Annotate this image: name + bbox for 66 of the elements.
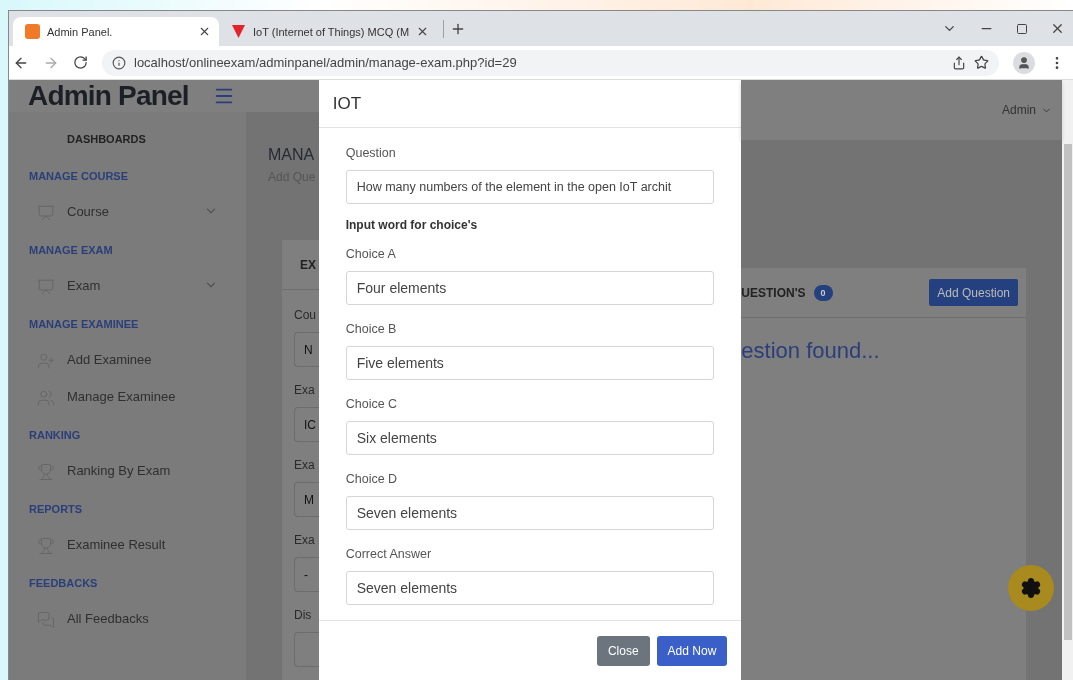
profile-icon[interactable] [1013,51,1035,74]
tab-title: IoT (Internet of Things) MCQ (M [253,25,410,38]
input-field[interactable]: N [294,332,319,367]
section-title: FEEDBACKS [29,576,99,591]
url-text: localhost/onlineexam/adminpanel/admin/manage-exam.php?id=29 [134,55,518,70]
input-field[interactable]: M [294,482,319,517]
field-label: Cou [294,308,316,324]
modal-title: IOT [332,93,362,114]
gear-icon [1020,577,1043,599]
user-menu[interactable]: Admin [996,102,1058,118]
sidebar-item[interactable]: Examinee Result [29,537,246,574]
browser-tab[interactable]: Admin Panel. [13,17,219,46]
sidebar-heading: DASHBOARDS [67,132,147,147]
section-title: MANAGE COURSE [29,169,129,184]
input-field[interactable]: Six elements [345,421,715,455]
star-icon[interactable] [974,55,989,70]
input-field[interactable]: IC [294,407,319,442]
page-title: MANA [268,146,315,164]
section-title: MANAGE EXAMINEE [29,317,140,332]
section-title: RANKING [29,428,82,443]
input-field[interactable]: Seven elements [345,496,715,530]
empty-message: estion found... [741,338,881,364]
input-field[interactable]: - [294,557,319,592]
add-question-button[interactable]: Add Question [929,279,1018,306]
submit-button[interactable]: Add Now [656,636,728,666]
section-label: Input word for choice's [345,218,479,234]
card-tab[interactable]: EX [300,257,316,272]
field-label: Exa [294,458,315,474]
input-field[interactable]: Four elements [345,271,715,305]
tab-title: Admin Panel. [47,25,114,38]
section-title: REPORTS [29,502,84,517]
sidebar-item[interactable]: Exam [29,278,246,315]
input-field[interactable]: Five elements [345,346,715,380]
sidebar-item[interactable]: All Feedbacks [29,611,246,648]
sidebar-item[interactable]: Ranking By Exam [29,463,246,500]
field-label: Dis [294,608,312,624]
logo-text: Admin Panel [28,80,189,112]
address-bar[interactable]: localhost/onlineexam/adminpanel/admin/manage-exam.php?id=29 [102,49,999,76]
sidebar-item[interactable]: Add Examinee [29,352,246,389]
field-label: Choice D [345,471,399,488]
field-label: Correct Answer [345,546,433,563]
scrollbar[interactable] [1062,80,1073,680]
close-icon[interactable] [1050,21,1065,36]
close-button[interactable]: Close [596,636,650,666]
maximize-icon[interactable] [1016,22,1028,35]
count-badge: 0 [813,284,833,301]
triangle-favicon-icon [231,24,246,39]
field-label: Choice A [345,246,397,263]
close-tab-icon[interactable] [198,25,211,38]
field-label: Question [345,145,397,162]
input-field[interactable]: How many numbers of the element in the open IoT archit [345,170,715,204]
browser-tab[interactable]: IoT (Internet of Things) MCQ (M [219,17,438,46]
share-icon[interactable] [952,55,966,70]
input-field[interactable] [294,632,319,667]
field-label: Exa [294,383,315,399]
field-label: Choice C [345,396,399,413]
section-title: MANAGE EXAM [29,243,114,258]
field-label: Exa [294,533,315,549]
card-tab[interactable]: UESTION'S [741,285,806,300]
app-favicon-icon [25,24,40,39]
input-field[interactable]: Seven elements [345,571,715,605]
reload-icon[interactable] [73,55,88,70]
field-label: Choice B [345,321,398,338]
sidebar-item[interactable]: Course [29,204,246,241]
sidebar-item[interactable]: Manage Examinee [29,389,246,426]
info-icon [112,55,126,70]
